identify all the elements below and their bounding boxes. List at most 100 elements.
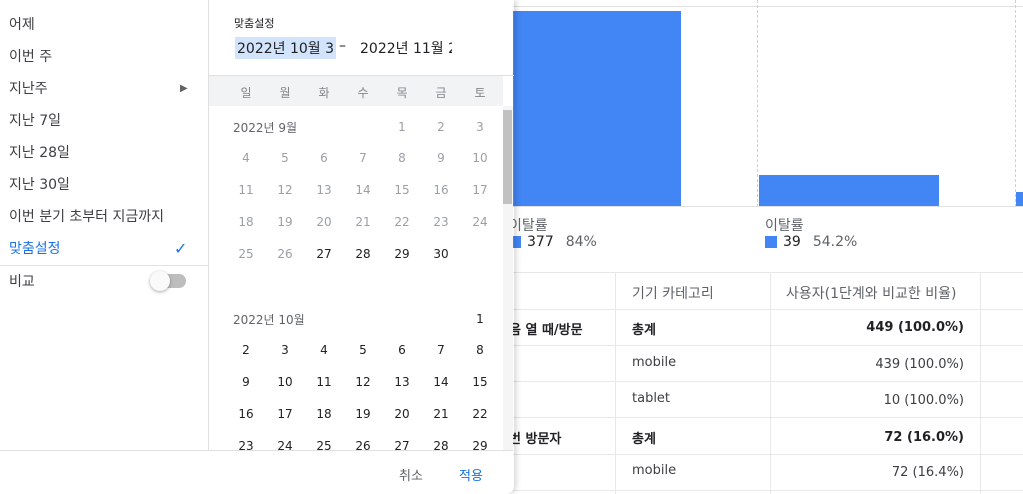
- calendar-day[interactable]: 17: [273, 407, 297, 421]
- column-header-category[interactable]: 기기 카테고리: [632, 283, 714, 303]
- calendar-day[interactable]: 26: [351, 439, 375, 450]
- calendar-day[interactable]: 15: [468, 375, 492, 389]
- calendar-day[interactable]: 21: [351, 215, 375, 229]
- calendar-day[interactable]: 12: [351, 375, 375, 389]
- calendar-day[interactable]: 8: [390, 151, 414, 165]
- preset-last-week[interactable]: 지난주 ▶: [0, 72, 208, 104]
- preset-custom[interactable]: 맞춤설정 ✓: [0, 232, 208, 264]
- calendar-day[interactable]: 21: [429, 407, 453, 421]
- stage1-label: 이탈률: [509, 218, 548, 234]
- calendar-day[interactable]: 29: [468, 439, 492, 450]
- calendar-day[interactable]: 29: [390, 247, 414, 261]
- chart-top-line: [440, 6, 1023, 7]
- stage2-label: 이탈률: [765, 218, 804, 234]
- table-col-line: [770, 272, 771, 494]
- calendar-day[interactable]: 7: [351, 151, 375, 165]
- calendar-day[interactable]: 12: [273, 183, 297, 197]
- date-preset-list: 어제 이번 주 지난주 ▶ 지난 7일 지난 28일 지난 30일 이번 분기 초…: [0, 0, 208, 450]
- funnel-bar-stage2[interactable]: [759, 175, 939, 207]
- preset-last-28-days[interactable]: 지난 28일: [0, 136, 208, 168]
- calendar-day[interactable]: 9: [429, 151, 453, 165]
- preset-label: 지난 28일: [9, 145, 70, 161]
- calendar-panel: 맞춤설정 2022년 10월 3 – 2022년 11월 28 일월화수목금토 …: [208, 0, 514, 450]
- stage2-value: 39 54.2%: [765, 234, 857, 250]
- calendar-day[interactable]: 23: [429, 215, 453, 229]
- calendar-day[interactable]: 3: [468, 120, 492, 134]
- scrollbar-thumb[interactable]: [503, 110, 512, 204]
- preset-this-week[interactable]: 이번 주: [0, 40, 208, 72]
- calendar-day[interactable]: 28: [351, 247, 375, 261]
- calendar-day[interactable]: 15: [390, 183, 414, 197]
- table-row-line: [500, 454, 1023, 455]
- calendar-day[interactable]: 24: [273, 439, 297, 450]
- step-name: 음 열 때/방문: [509, 323, 583, 338]
- calendar-day[interactable]: 18: [312, 407, 336, 421]
- calendar-day[interactable]: 2: [234, 343, 258, 357]
- apply-button[interactable]: 적용: [459, 465, 483, 484]
- calendar-day[interactable]: 4: [234, 151, 258, 165]
- funnel-bar-stage3[interactable]: [1016, 192, 1023, 207]
- calendar-day[interactable]: 20: [312, 215, 336, 229]
- calendar-day[interactable]: 22: [468, 407, 492, 421]
- table-top-line: [500, 272, 1023, 273]
- chart-baseline: [440, 206, 1023, 207]
- compare-toggle[interactable]: [150, 271, 186, 291]
- calendar-day[interactable]: 24: [468, 215, 492, 229]
- calendar-day[interactable]: 14: [351, 183, 375, 197]
- calendar-day[interactable]: 10: [468, 151, 492, 165]
- preset-yesterday[interactable]: 어제: [0, 8, 208, 40]
- calendar-day[interactable]: 22: [390, 215, 414, 229]
- calendar-day[interactable]: 5: [351, 343, 375, 357]
- calendar-day[interactable]: 14: [429, 375, 453, 389]
- cancel-button[interactable]: 취소: [399, 465, 423, 484]
- legend-swatch: [765, 236, 777, 248]
- calendar-day[interactable]: 20: [390, 407, 414, 421]
- calendar-day[interactable]: 30: [429, 247, 453, 261]
- calendar-day[interactable]: 2: [429, 120, 453, 134]
- calendar-day[interactable]: 13: [390, 375, 414, 389]
- step-name: 번 방문자: [509, 432, 562, 447]
- calendar-day[interactable]: 19: [273, 215, 297, 229]
- calendar-day[interactable]: 3: [273, 343, 297, 357]
- calendar-day[interactable]: 5: [273, 151, 297, 165]
- table-col-line: [980, 272, 981, 494]
- calendar-day[interactable]: 11: [312, 375, 336, 389]
- calendar-day[interactable]: 25: [234, 247, 258, 261]
- calendar-day[interactable]: 23: [234, 439, 258, 450]
- preset-last-30-days[interactable]: 지난 30일: [0, 168, 208, 200]
- category-cell: mobile: [632, 463, 677, 478]
- day-grid: 1 2 3 4 5 6 7 8 9 10 11 12 13 14 15 16 17 18 19 20 21 22 23 24 2…: [209, 0, 503, 450]
- calendar-day[interactable]: 11: [234, 183, 258, 197]
- calendar-day[interactable]: 19: [351, 407, 375, 421]
- column-header-users[interactable]: 사용자(1단계와 비교한 비율): [786, 283, 956, 303]
- calendar-day[interactable]: 8: [468, 343, 492, 357]
- calendar-day[interactable]: 28: [429, 439, 453, 450]
- users-cell: 72 (16.4%): [891, 465, 964, 480]
- calendar-day[interactable]: 10: [273, 375, 297, 389]
- calendar-day[interactable]: 6: [390, 343, 414, 357]
- calendar-day[interactable]: 16: [234, 407, 258, 421]
- calendar-day[interactable]: 1: [468, 312, 492, 326]
- calendar-day[interactable]: 13: [312, 183, 336, 197]
- calendar-day[interactable]: 1: [390, 120, 414, 134]
- preset-last-7-days[interactable]: 지난 7일: [0, 104, 208, 136]
- stage1-pct: 84%: [565, 234, 597, 250]
- calendar-day[interactable]: 16: [429, 183, 453, 197]
- calendar-day[interactable]: 27: [390, 439, 414, 450]
- calendar-day[interactable]: 7: [429, 343, 453, 357]
- preset-quarter-to-date[interactable]: 이번 분기 초부터 지금까지: [0, 200, 208, 232]
- calendar-day[interactable]: 17: [468, 183, 492, 197]
- users-cell: 72 (16.0%): [884, 430, 964, 445]
- calendar-day[interactable]: 4: [312, 343, 336, 357]
- calendar-day[interactable]: 25: [312, 439, 336, 450]
- toggle-knob: [150, 271, 170, 291]
- calendar-day[interactable]: 6: [312, 151, 336, 165]
- calendar-day[interactable]: 27: [312, 247, 336, 261]
- calendar-day[interactable]: 26: [273, 247, 297, 261]
- stage1-count: 377: [527, 234, 554, 250]
- check-icon: ✓: [174, 238, 188, 258]
- calendar-day[interactable]: 18: [234, 215, 258, 229]
- calendar-day[interactable]: 9: [234, 375, 258, 389]
- chart-divider: [757, 0, 758, 207]
- funnel-bar-stage1[interactable]: [509, 11, 681, 207]
